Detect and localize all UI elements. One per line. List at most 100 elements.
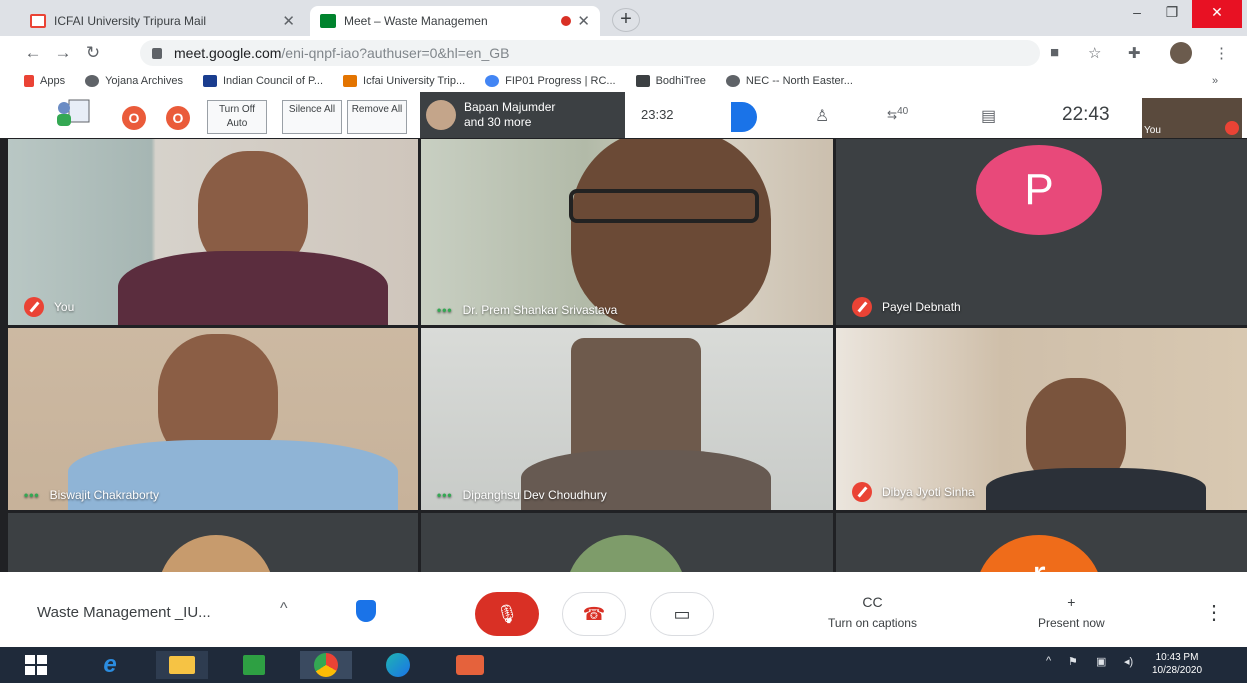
bookmark-nec[interactable]: NEC -- North Easter...	[725, 75, 853, 87]
glasses	[569, 189, 759, 223]
tab-meet[interactable]: Meet – Waste Managemen ✕	[310, 6, 600, 36]
participant-name-label: Payel Debnath	[852, 297, 961, 317]
remove-all-button[interactable]: Remove All	[347, 100, 407, 134]
participant-face	[571, 139, 771, 325]
speaking-indicator-icon: •••	[437, 488, 453, 502]
chevron-up-icon[interactable]: ^	[280, 600, 288, 618]
participant-body	[986, 468, 1206, 510]
participant-count: 40	[897, 106, 909, 117]
network-icon[interactable]: ▣	[1096, 655, 1106, 668]
close-window-button[interactable]: ✕	[1192, 0, 1242, 28]
participant-tile[interactable]	[8, 513, 418, 573]
camera-toggle-button[interactable]: ▭	[650, 592, 714, 636]
turn-off-auto-button[interactable]: Turn Off Auto	[207, 100, 267, 134]
participant-tile[interactable]: P Payel Debnath	[836, 139, 1247, 325]
address-bar[interactable]: meet.google.com/eni-qnpf-iao?authuser=0&…	[140, 40, 1040, 66]
windows-start-icon[interactable]	[10, 651, 62, 679]
chrome-icon[interactable]	[300, 651, 352, 679]
self-view-thumbnail[interactable]: You	[1142, 98, 1242, 138]
file-explorer-icon[interactable]	[156, 651, 208, 679]
bookmark-bodhitree[interactable]: BodhiTree	[635, 75, 706, 87]
bookmark-yojana[interactable]: Yojana Archives	[85, 75, 183, 87]
presenter-name: Bapan Majumder	[464, 100, 556, 114]
flag-icon[interactable]: ⚑	[1068, 655, 1078, 668]
star-icon[interactable]: ☆	[1088, 44, 1101, 62]
microphone-toggle-button[interactable]: 🎙	[475, 592, 539, 636]
presenter-strip[interactable]: Bapan Majumder and 30 more	[420, 92, 625, 138]
fip-icon	[485, 75, 500, 87]
participant-tile[interactable]: You	[8, 139, 418, 325]
mic-off-icon	[1225, 121, 1239, 135]
volume-icon[interactable]: ◂)	[1124, 655, 1133, 668]
presenter-more: and 30 more	[464, 115, 532, 129]
restore-button[interactable]: ❐	[1152, 0, 1192, 28]
participant-tile[interactable]: ••• Biswajit Chakraborty	[8, 328, 418, 510]
url-host: meet.google.com	[174, 45, 282, 61]
participant-tile[interactable]: ••• Dr. Prem Shankar Srivastava	[421, 139, 833, 325]
participant-name: Dr. Prem Shankar Srivastava	[462, 303, 618, 317]
close-tab-icon[interactable]: ✕	[577, 12, 590, 30]
participant-name-label: You	[24, 297, 74, 317]
app-icon[interactable]	[444, 651, 496, 679]
participant-tile[interactable]	[421, 513, 833, 573]
new-tab-button[interactable]: +	[612, 8, 640, 32]
participant-name-label: ••• Dr. Prem Shankar Srivastava	[437, 303, 617, 317]
chrome-menu-icon[interactable]: ⋮	[1214, 44, 1229, 62]
bookmark-label: Apps	[40, 75, 66, 87]
leave-call-button[interactable]: ☎	[562, 592, 626, 636]
meet-stage: O O Turn Off Auto Silence All Remove All…	[0, 92, 1247, 647]
browser-toolbar: ← → ↻ meet.google.com/eni-qnpf-iao?authu…	[0, 36, 1247, 70]
participant-body	[118, 251, 388, 325]
back-icon[interactable]: ←	[18, 43, 48, 63]
participant-tile[interactable]: r	[836, 513, 1247, 573]
elapsed-time: 23:32	[641, 107, 674, 122]
profile-avatar[interactable]	[1170, 42, 1192, 64]
participant-name: Dibya Jyoti Sinha	[882, 485, 975, 499]
bookmark-label: Yojana Archives	[105, 75, 183, 87]
bookmark-icpr[interactable]: Indian Council of P...	[202, 75, 323, 87]
participant-avatar: P	[976, 145, 1102, 235]
participant-name: You	[54, 300, 75, 314]
extension-o-icon[interactable]: O	[122, 106, 146, 130]
bookmark-icfai[interactable]: Icfai University Trip...	[343, 75, 465, 87]
tray-chevron-icon[interactable]: ^	[1046, 655, 1051, 667]
participant-avatar	[158, 535, 274, 573]
present-now-button[interactable]: + Present now	[1038, 594, 1105, 630]
bodhitree-icon	[635, 75, 650, 87]
clock-time: 10:43 PM	[1155, 652, 1199, 663]
captions-label: Turn on captions	[828, 616, 917, 630]
minimize-button[interactable]: –	[1117, 0, 1157, 28]
meeting-details-button[interactable]: Waste Management _IU...	[37, 604, 211, 621]
internet-explorer-icon[interactable]: e	[84, 651, 136, 679]
bookmark-apps[interactable]: Apps	[24, 75, 65, 87]
taskbar-clock[interactable]: 10:43 PM 10/28/2020	[1152, 651, 1202, 677]
forward-icon[interactable]: →	[48, 43, 78, 63]
gmail-icon	[30, 14, 46, 28]
extensions-icon[interactable]: ✚	[1128, 44, 1141, 62]
participant-tile[interactable]: ••• Dipanghsu Dev Choudhury	[421, 328, 833, 510]
participant-face	[571, 338, 701, 468]
reload-icon[interactable]: ↻	[78, 43, 108, 63]
camera-permission-icon[interactable]: ■	[1050, 44, 1059, 61]
windows-taskbar: e ^ ⚑ ▣ ◂) 10:43 PM 10/28/2020	[0, 647, 1247, 683]
tab-title: Meet – Waste Managemen	[344, 14, 488, 28]
chat-icon[interactable]: ▤	[981, 106, 996, 126]
captions-button[interactable]: CC Turn on captions	[828, 594, 917, 630]
meet-top-bar: O O Turn Off Auto Silence All Remove All…	[0, 92, 1247, 138]
participant-tile[interactable]: Dibya Jyoti Sinha	[836, 328, 1247, 510]
more-options-icon[interactable]: ⋮	[1204, 600, 1224, 625]
mic-off-icon: 🎙	[495, 603, 519, 624]
host-controls-shield-icon[interactable]	[356, 600, 376, 622]
extension-o-icon[interactable]: O	[166, 106, 190, 130]
more-bookmarks-button[interactable]: »	[1212, 75, 1218, 87]
close-tab-icon[interactable]: ✕	[282, 12, 295, 30]
bookmark-fip[interactable]: FIP01 Progress | RC...	[485, 75, 616, 87]
attendance-extension-icon[interactable]	[55, 98, 91, 128]
bookmark-label: NEC -- North Easter...	[745, 75, 853, 87]
edge-icon[interactable]	[372, 651, 424, 679]
store-icon[interactable]	[228, 651, 280, 679]
participants-icon[interactable]: ⇆40	[887, 106, 908, 122]
person-icon[interactable]: ♙	[815, 106, 829, 126]
silence-all-button[interactable]: Silence All	[282, 100, 342, 134]
tab-icfai-mail[interactable]: ICFAI University Tripura Mail ✕	[20, 6, 305, 36]
